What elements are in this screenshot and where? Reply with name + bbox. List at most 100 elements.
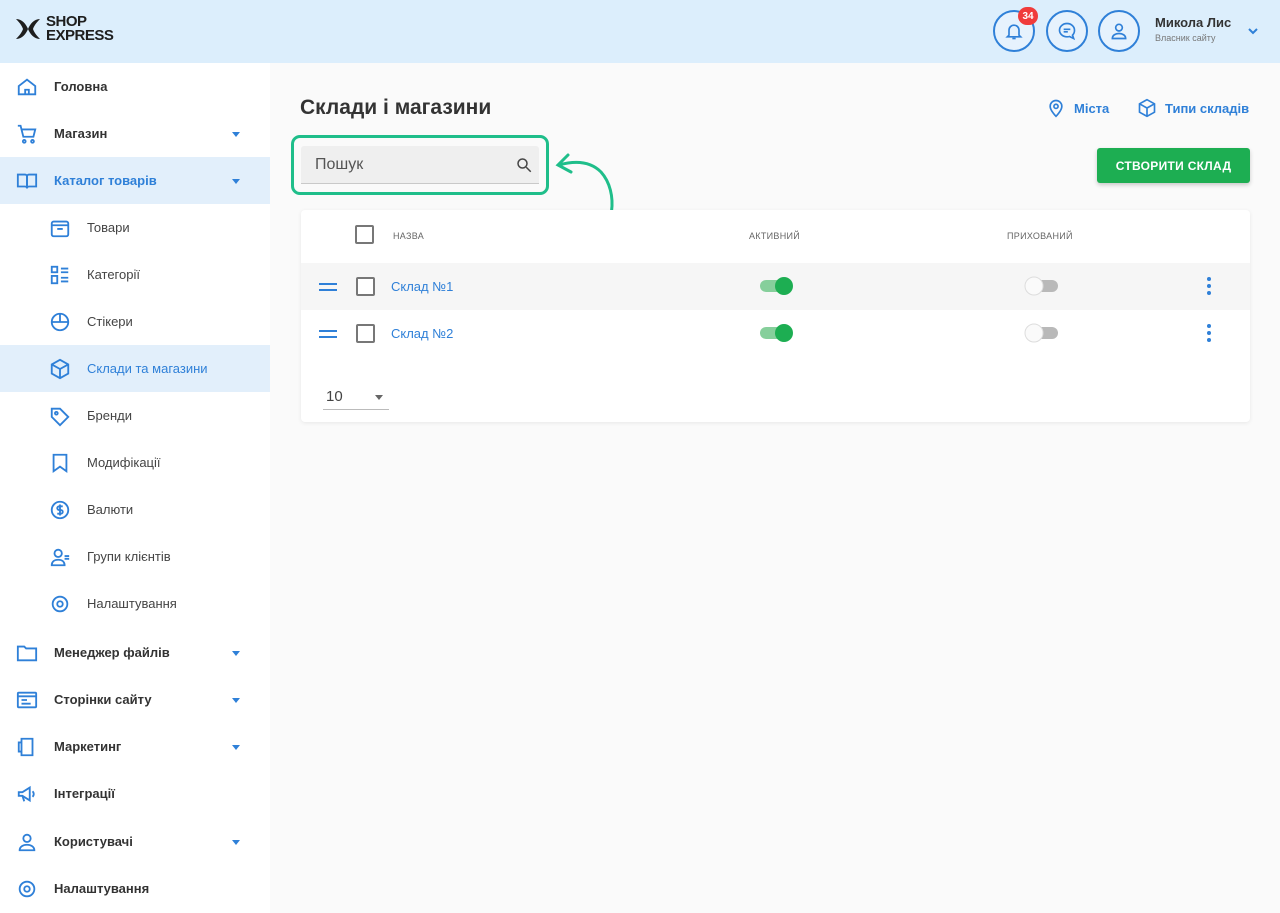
chevron-down-icon[interactable] bbox=[1247, 25, 1259, 37]
search-icon[interactable] bbox=[515, 156, 533, 174]
gear-icon bbox=[51, 595, 69, 612]
sidebar-item-label: Магазин bbox=[54, 126, 108, 141]
logo-icon bbox=[16, 19, 40, 39]
caret-down-icon bbox=[232, 697, 240, 703]
user-role: Власник сайту bbox=[1155, 33, 1216, 43]
chat-icon bbox=[1058, 22, 1076, 41]
sidebar-subitem-label: Налаштування bbox=[87, 596, 177, 611]
sidebar-item-home[interactable]: Головна bbox=[0, 63, 270, 110]
sidebar-subitem-label: Модифікації bbox=[87, 455, 161, 470]
sidebar-subitem-label: Товари bbox=[87, 220, 130, 235]
create-warehouse-button[interactable]: СТВОРИТИ СКЛАД bbox=[1097, 148, 1250, 183]
sidebar-item-label: Головна bbox=[54, 79, 108, 94]
sidebar-item-label: Каталог товарів bbox=[54, 173, 157, 188]
sidebar-item-settings[interactable]: Налаштування bbox=[0, 865, 270, 912]
sidebar-subitem-products[interactable]: Товари bbox=[0, 204, 270, 251]
caret-down-icon bbox=[232, 839, 240, 845]
search-input[interactable] bbox=[315, 155, 515, 174]
hidden-toggle[interactable] bbox=[1024, 276, 1058, 296]
sidebar-item-shop[interactable]: Магазин bbox=[0, 110, 270, 157]
warehouse-icon bbox=[50, 358, 70, 379]
sidebar-subitem-client-groups[interactable]: Групи клієнтів bbox=[0, 533, 270, 580]
caret-down-icon bbox=[232, 131, 240, 137]
sidebar-subitem-modifications[interactable]: Модифікації bbox=[0, 439, 270, 486]
user-name[interactable]: Микола Лис bbox=[1155, 15, 1231, 30]
column-header-active[interactable]: АКТИВНИЙ bbox=[749, 231, 800, 241]
sidebar-subitem-brands[interactable]: Бренди bbox=[0, 392, 270, 439]
caret-down-icon bbox=[232, 178, 240, 184]
sidebar-item-integrations[interactable]: Інтеграції bbox=[0, 770, 270, 817]
tag-icon bbox=[50, 407, 70, 426]
sidebar-subitem-warehouses[interactable]: Склади та магазини bbox=[0, 345, 270, 392]
sidebar-subitem-label: Групи клієнтів bbox=[87, 549, 171, 564]
top-header: SHOP EXPRESS 34 Микола Лис Власник сайту bbox=[0, 0, 1280, 63]
marketing-icon bbox=[17, 737, 34, 756]
profile-button[interactable] bbox=[1098, 10, 1140, 52]
sidebar-item-label: Сторінки сайту bbox=[54, 692, 152, 707]
select-all-checkbox[interactable] bbox=[355, 225, 374, 244]
warehouse-name-link[interactable]: Склад №2 bbox=[391, 326, 453, 341]
shop-express-logo[interactable]: SHOP EXPRESS bbox=[14, 14, 114, 44]
home-icon bbox=[17, 78, 37, 95]
notifications-badge: 34 bbox=[1018, 7, 1038, 25]
bookmark-icon bbox=[52, 453, 68, 473]
drag-handle-icon[interactable] bbox=[319, 329, 337, 339]
cities-link[interactable]: Міста bbox=[1046, 98, 1109, 118]
warehouse-types-link-label: Типи складів bbox=[1165, 100, 1250, 116]
page-title: Склади і магазини bbox=[300, 96, 492, 119]
sidebar-subitem-currencies[interactable]: Валюти bbox=[0, 486, 270, 533]
row-checkbox[interactable] bbox=[356, 277, 375, 296]
book-icon bbox=[16, 173, 38, 189]
sidebar-item-file-manager[interactable]: Менеджер файлів bbox=[0, 629, 270, 676]
rows-per-page-value: 10 bbox=[326, 388, 343, 405]
sidebar-subitem-settings[interactable]: Налаштування bbox=[0, 580, 270, 627]
active-toggle[interactable] bbox=[760, 323, 794, 343]
caret-down-icon bbox=[232, 744, 240, 750]
more-options-icon[interactable] bbox=[1205, 276, 1213, 296]
cube-icon bbox=[1138, 98, 1156, 118]
folder-icon bbox=[16, 645, 38, 661]
sidebar-subitem-label: Категорії bbox=[87, 267, 140, 282]
search-field[interactable] bbox=[301, 146, 539, 184]
sidebar-subitem-label: Бренди bbox=[87, 408, 133, 423]
box-icon bbox=[50, 220, 70, 237]
column-header-name[interactable]: НАЗВА bbox=[393, 231, 424, 241]
cart-icon bbox=[17, 124, 37, 144]
bell-icon bbox=[1005, 24, 1023, 40]
sidebar-item-label: Маркетинг bbox=[54, 739, 122, 754]
sidebar-item-label: Менеджер файлів bbox=[54, 645, 170, 660]
users-icon bbox=[18, 833, 36, 851]
sticker-icon bbox=[50, 312, 70, 331]
user-icon bbox=[1111, 23, 1127, 40]
sidebar-subitem-label: Стікери bbox=[87, 314, 133, 329]
sidebar-subitem-stickers[interactable]: Стікери bbox=[0, 298, 270, 345]
sidebar-item-users[interactable]: Користувачі bbox=[0, 818, 270, 865]
caret-down-icon bbox=[375, 395, 383, 400]
column-header-hidden[interactable]: ПРИХОВАНИЙ bbox=[1007, 231, 1073, 241]
sidebar-item-catalog[interactable]: Каталог товарів bbox=[0, 157, 270, 204]
client-group-icon bbox=[50, 548, 70, 566]
sidebar-item-site-pages[interactable]: Сторінки сайту bbox=[0, 676, 270, 723]
sidebar-item-label: Налаштування bbox=[54, 881, 150, 896]
caret-down-icon bbox=[232, 650, 240, 656]
row-checkbox[interactable] bbox=[356, 324, 375, 343]
warehouse-types-link[interactable]: Типи складів bbox=[1137, 98, 1249, 118]
sidebar-subitem-categories[interactable]: Категорії bbox=[0, 251, 270, 298]
warehouse-name-link[interactable]: Склад №1 bbox=[391, 279, 453, 294]
drag-handle-icon[interactable] bbox=[319, 282, 337, 292]
sidebar-subitem-label: Склади та магазини bbox=[87, 361, 208, 376]
megaphone-icon bbox=[17, 785, 35, 802]
hidden-toggle[interactable] bbox=[1024, 323, 1058, 343]
sidebar-subitem-label: Валюти bbox=[87, 502, 134, 517]
rows-per-page-select[interactable]: 10 bbox=[323, 384, 389, 410]
sidebar-item-label: Користувачі bbox=[54, 834, 133, 849]
categories-icon bbox=[50, 265, 69, 284]
more-options-icon[interactable] bbox=[1205, 323, 1213, 343]
logo-text-line2: EXPRESS bbox=[46, 27, 114, 44]
location-pin-icon bbox=[1049, 99, 1063, 118]
sidebar-item-marketing[interactable]: Маркетинг bbox=[0, 723, 270, 770]
sidebar-item-label: Інтеграції bbox=[54, 786, 115, 801]
gear-icon bbox=[18, 880, 36, 897]
messages-button[interactable] bbox=[1046, 10, 1088, 52]
active-toggle[interactable] bbox=[760, 276, 794, 296]
